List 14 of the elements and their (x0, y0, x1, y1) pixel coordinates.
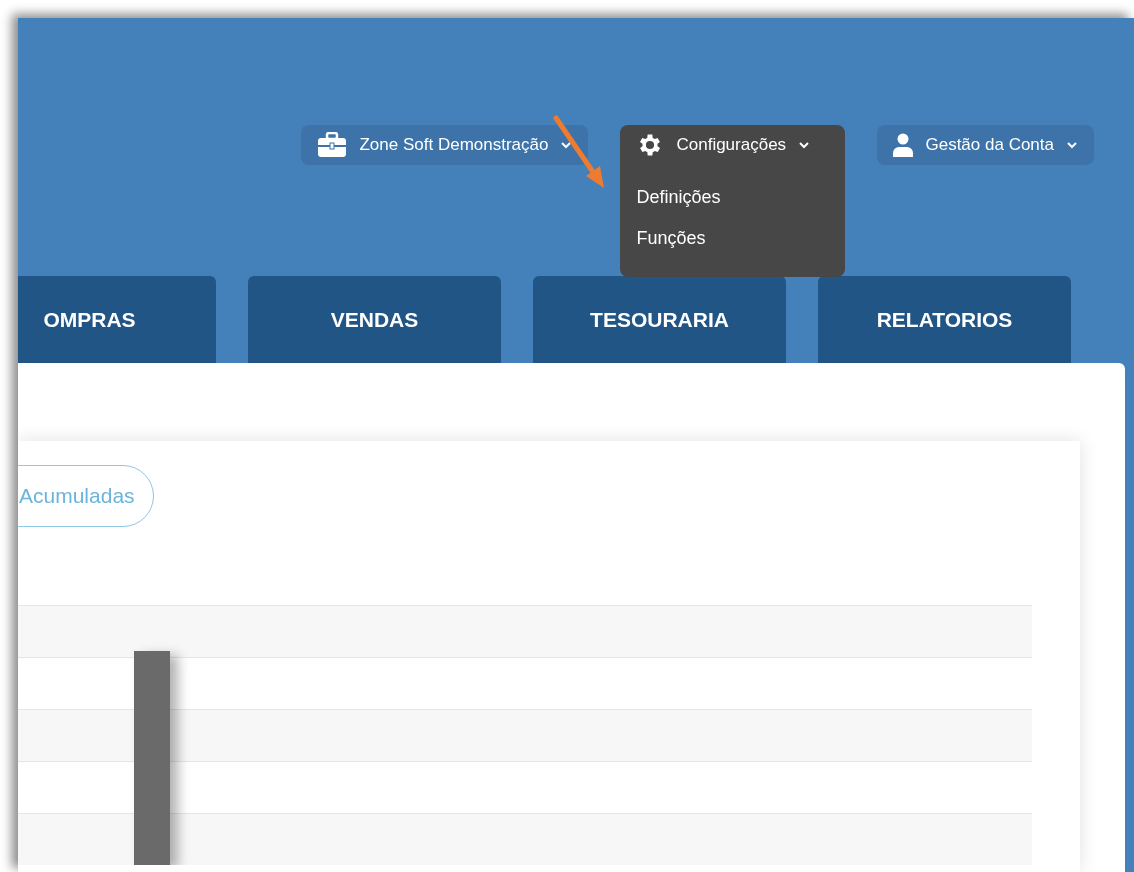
nav-tab[interactable]: TESOURARIA (533, 276, 786, 363)
user-icon (893, 133, 914, 157)
nav-menu-button[interactable]: Zone Soft Demonstração (301, 125, 589, 165)
briefcase-icon (317, 132, 348, 158)
nav-menu-button[interactable]: Gestão da Conta (877, 125, 1094, 165)
nav-menu-button[interactable]: Configurações (620, 125, 846, 165)
nav-tab[interactable]: OMPRAS (18, 276, 216, 363)
caret-icon (560, 141, 573, 149)
nav-tab[interactable]: RELATORIOS (818, 276, 1071, 363)
caret-icon (1066, 141, 1078, 149)
nav-tab[interactable]: VENDAS (248, 276, 501, 363)
menu-item[interactable]: Funções (620, 218, 846, 259)
menu-item[interactable]: Definições (620, 177, 846, 218)
caret-icon (798, 141, 811, 149)
